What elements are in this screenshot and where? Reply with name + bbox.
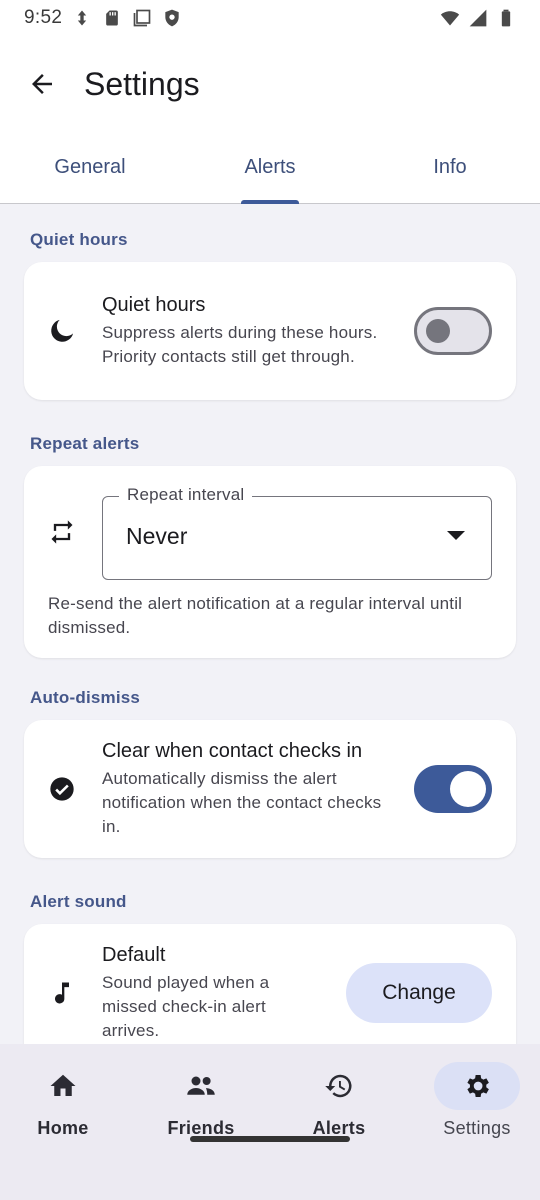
battery-icon	[496, 8, 516, 28]
repeat-alerts-card: Repeat interval Never Re-send the alert …	[24, 466, 516, 658]
alert-sound-card: Default Sound played when a missed check…	[24, 924, 516, 1044]
section-header-quiet-hours: Quiet hours	[30, 230, 128, 249]
screenshot-icon	[132, 8, 152, 28]
auto-dismiss-switch[interactable]	[414, 765, 492, 813]
moon-icon	[48, 317, 76, 345]
check-circle-icon	[48, 775, 76, 803]
nav-label-settings: Settings	[443, 1118, 511, 1138]
nav-icon-container-active	[434, 1062, 520, 1110]
switch-knob	[450, 771, 486, 807]
wifi-icon	[440, 8, 460, 28]
repeat-interval-value: Never	[126, 523, 188, 549]
auto-dismiss-description: Automatically dismiss the alert notifica…	[102, 768, 382, 836]
home-icon	[50, 1074, 76, 1096]
tab-bar: General Alerts Info	[0, 132, 540, 204]
tab-label: Info	[433, 156, 467, 178]
nav-label-home: Home	[37, 1118, 89, 1138]
change-sound-button[interactable]: Change	[346, 963, 492, 1023]
back-button[interactable]	[24, 66, 60, 102]
shield-icon	[162, 8, 182, 28]
data-saver-icon	[72, 8, 92, 28]
repeat-interval-label: Repeat interval	[119, 485, 253, 505]
section-header-repeat-alerts: Repeat alerts	[30, 434, 140, 453]
cell-signal-icon	[468, 8, 488, 28]
status-time: 9:52	[24, 7, 63, 28]
people-icon	[187, 1076, 215, 1095]
quiet-hours-switch[interactable]	[414, 307, 492, 355]
nav-icon-container	[20, 1062, 106, 1110]
section-header-alert-sound: Alert sound	[30, 892, 127, 911]
switch-knob	[426, 319, 450, 343]
alert-sound-title: Default	[102, 943, 166, 966]
quiet-hours-description: Suppress alerts during these hours. Prio…	[102, 322, 378, 366]
music-note-icon	[48, 979, 76, 1007]
nav-item-alerts[interactable]: Alerts	[284, 1062, 394, 1162]
sd-card-icon	[102, 8, 122, 28]
history-icon	[325, 1074, 352, 1098]
nav-item-home[interactable]: Home	[8, 1062, 118, 1162]
auto-dismiss-title: Clear when contact checks in	[102, 739, 363, 762]
repeat-icon	[48, 518, 76, 546]
nav-item-settings[interactable]: Settings	[422, 1062, 532, 1162]
nav-icon-container	[158, 1062, 244, 1110]
repeat-interval-dropdown[interactable]: Repeat interval Never	[102, 485, 492, 580]
quiet-hours-card: Quiet hours Suppress alerts during these…	[24, 262, 516, 400]
tab-info[interactable]: Info	[360, 132, 540, 203]
settings-content[interactable]: Quiet hours Quiet hours Suppress alerts …	[0, 204, 540, 1044]
repeat-alerts-description: Re-send the alert notification at a regu…	[48, 594, 463, 637]
page-title: Settings	[84, 65, 200, 102]
status-bar: 9:52	[0, 0, 540, 36]
tab-general[interactable]: General	[0, 132, 180, 203]
tab-label: Alerts	[244, 156, 296, 178]
quiet-hours-title: Quiet hours	[102, 293, 206, 316]
tab-label: General	[54, 156, 126, 178]
dropdown-arrow-icon	[447, 531, 465, 540]
arrow-back-icon	[32, 74, 52, 94]
nav-item-friends[interactable]: Friends	[146, 1062, 256, 1162]
tab-alerts[interactable]: Alerts	[180, 132, 360, 204]
gesture-handle	[190, 1136, 350, 1142]
section-header-auto-dismiss: Auto-dismiss	[30, 688, 141, 707]
bottom-navigation: Home Friends Alerts Settings	[0, 1044, 540, 1200]
alert-sound-description: Sound played when a missed check-in aler…	[102, 972, 270, 1040]
nav-icon-container	[296, 1062, 382, 1110]
gear-icon	[467, 1075, 489, 1097]
auto-dismiss-card: Clear when contact checks in Automatical…	[24, 720, 516, 858]
top-app-bar: Settings	[0, 36, 540, 132]
